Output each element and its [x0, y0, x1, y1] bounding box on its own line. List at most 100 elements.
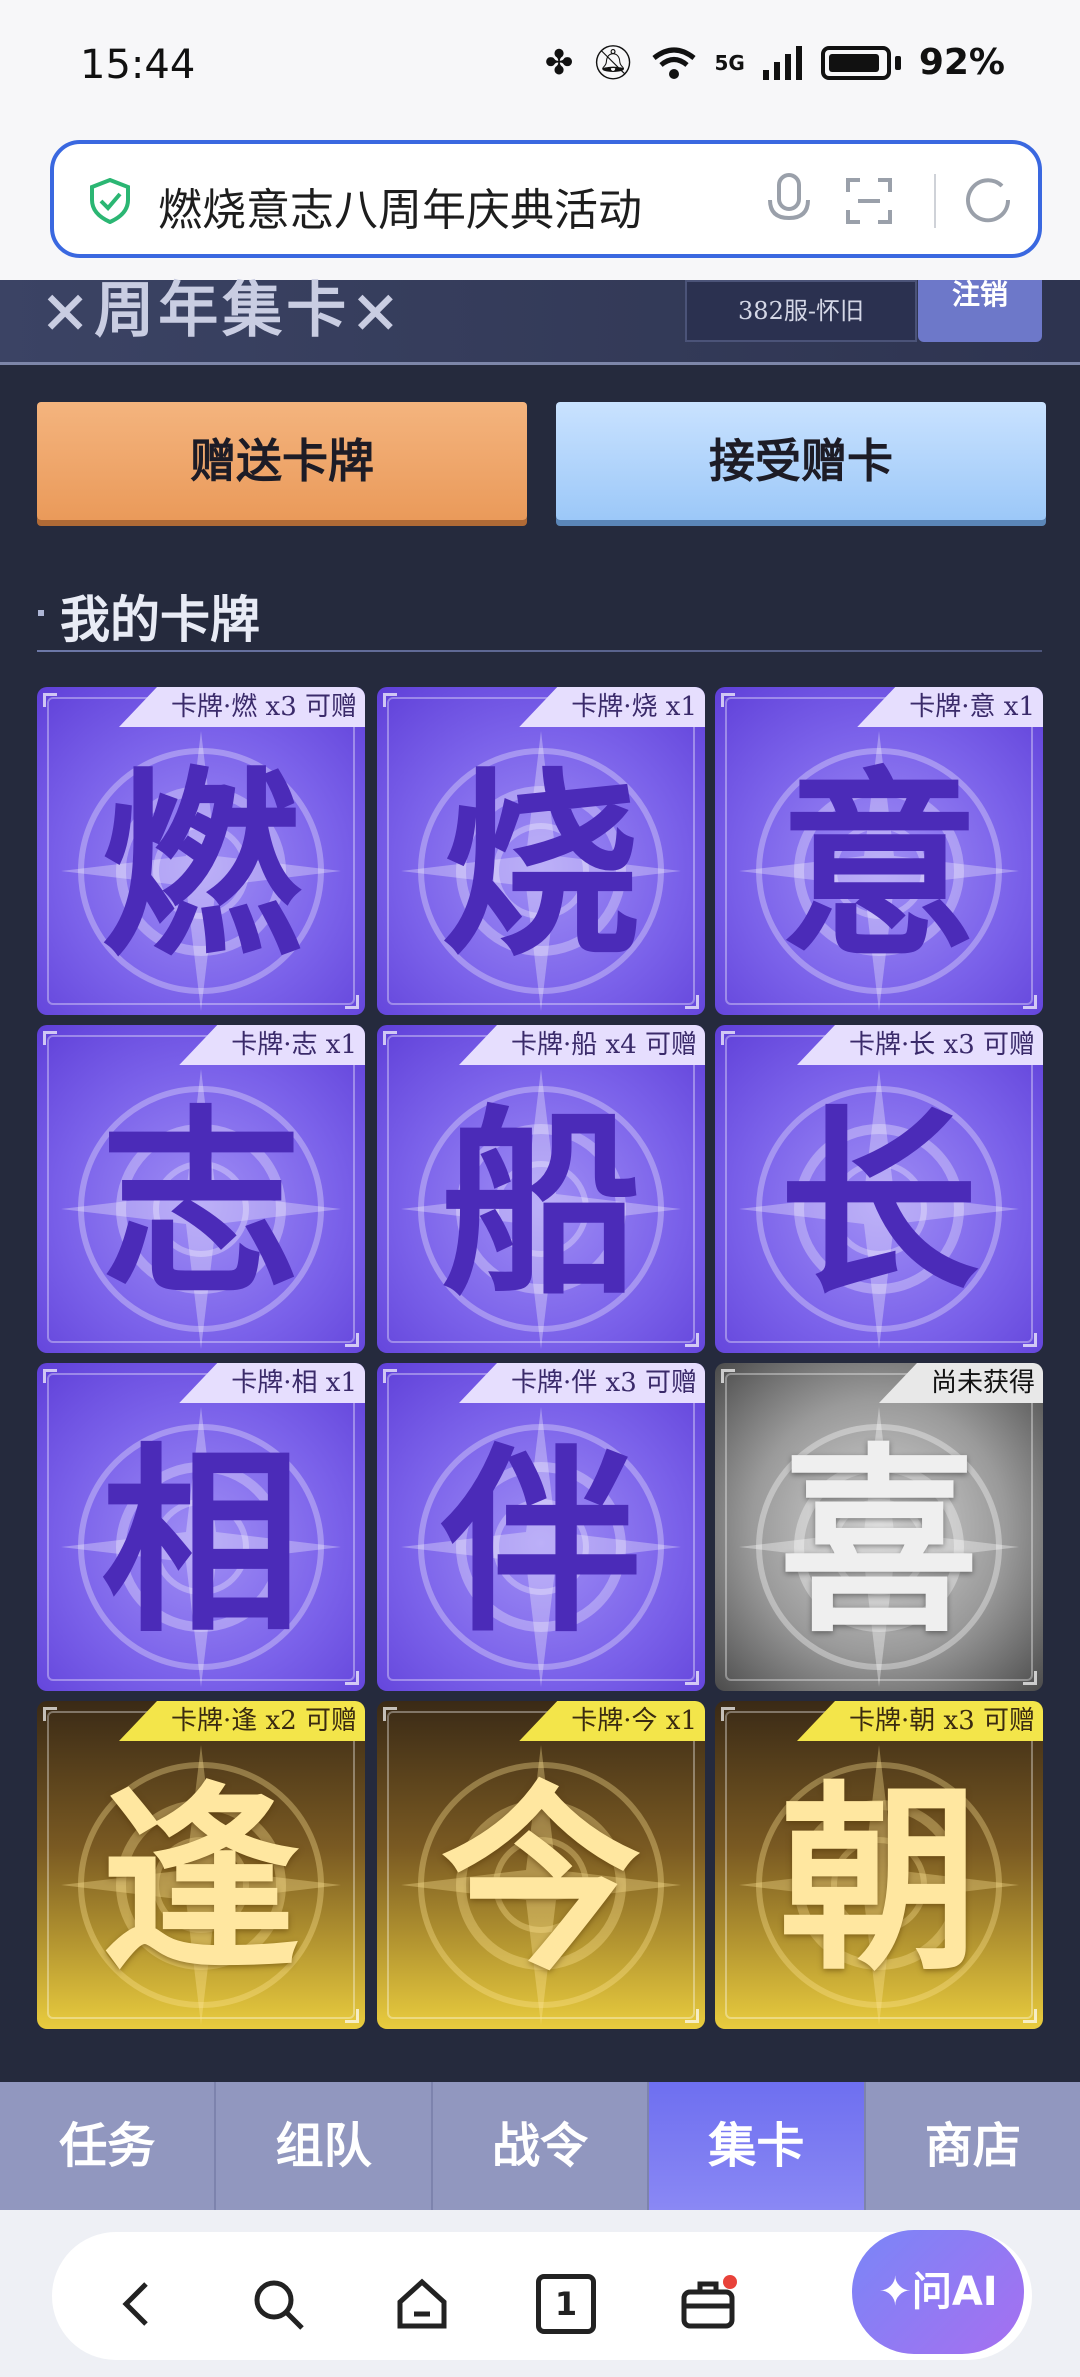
card-corner-mark — [345, 1333, 359, 1347]
server-badge: 382服-怀旧 — [685, 280, 917, 342]
section-dot — [38, 610, 44, 616]
card-corner-mark — [1023, 1333, 1037, 1347]
card-item[interactable]: 喜 尚未获得 — [715, 1363, 1043, 1691]
sparkle-icon: ✦ — [878, 2269, 912, 2315]
card-corner-mark — [345, 2009, 359, 2023]
card-count-tag: 卡牌·意 x1 — [857, 687, 1043, 727]
card-corner-mark — [345, 995, 359, 1009]
back-icon[interactable] — [108, 2274, 168, 2334]
card-character: 意 — [778, 749, 979, 984]
card-count-tag: 尚未获得 — [878, 1363, 1043, 1403]
ask-ai-label: 问AI — [911, 2269, 998, 2315]
card-corner-mark — [1023, 995, 1037, 1009]
tab-battle-pass[interactable]: 战令 — [433, 2082, 650, 2210]
tabs-count-icon[interactable]: 1 — [536, 2274, 596, 2334]
card-item[interactable]: 相 卡牌·相 x1 — [37, 1363, 365, 1691]
card-count-tag: 卡牌·燃 x3 可赠 — [119, 687, 365, 727]
card-count-tag: 卡牌·船 x4 可赠 — [459, 1025, 705, 1065]
section-title: 我的卡牌 — [60, 590, 260, 649]
battery-cap — [894, 55, 901, 70]
status-icons: ✤ 🔕︎ 5G 92% — [545, 42, 1005, 83]
card-character: 相 — [100, 1425, 301, 1660]
card-item[interactable]: 今 卡牌·今 x1 — [377, 1701, 705, 2029]
tab-shop[interactable]: 商店 — [866, 2082, 1080, 2210]
battery-percent: 92% — [918, 42, 1005, 83]
card-corner-mark — [721, 1369, 735, 1383]
card-count-tag: 卡牌·烧 x1 — [519, 687, 705, 727]
card-corner-mark — [383, 1031, 397, 1045]
card-corner-mark — [43, 1707, 57, 1721]
game-header: ×周年集卡× 382服-怀旧 注销 — [0, 276, 1080, 365]
card-corner-mark — [685, 995, 699, 1009]
scan-icon[interactable] — [844, 176, 894, 226]
status-bar: 15:44 ✤ 🔕︎ 5G 92% — [0, 0, 1080, 135]
bottom-tab-bar: 任务 组队 战令 集卡 商店 — [0, 2082, 1080, 2210]
card-count-tag: 卡牌·长 x3 可赠 — [797, 1025, 1043, 1065]
card-count-tag: 卡牌·志 x1 — [179, 1025, 365, 1065]
tab-collect-cards[interactable]: 集卡 — [649, 2082, 866, 2210]
status-time: 15:44 — [80, 42, 196, 88]
card-item[interactable]: 长 卡牌·长 x3 可赠 — [715, 1025, 1043, 1353]
card-corner-mark — [685, 1333, 699, 1347]
card-item[interactable]: 船 卡牌·船 x4 可赠 — [377, 1025, 705, 1353]
tab-team[interactable]: 组队 — [216, 2082, 433, 2210]
card-character: 船 — [440, 1087, 641, 1322]
logout-button[interactable]: 注销 — [918, 280, 1042, 342]
card-item[interactable]: 意 卡牌·意 x1 — [715, 687, 1043, 1015]
page-title[interactable]: 燃烧意志八周年庆典活动 — [158, 174, 642, 238]
home-icon[interactable] — [392, 2274, 452, 2334]
ask-ai-button[interactable]: ✦问AI — [852, 2230, 1024, 2354]
card-corner-mark — [43, 693, 57, 707]
card-character: 长 — [778, 1087, 979, 1322]
card-character: 烧 — [440, 749, 641, 984]
send-card-button[interactable]: 赠送卡牌 — [37, 402, 527, 520]
toolbox-icon[interactable] — [678, 2274, 738, 2334]
card-corner-mark — [721, 1031, 735, 1045]
card-item[interactable]: 燃 卡牌·燃 x3 可赠 — [37, 687, 365, 1015]
card-corner-mark — [383, 1707, 397, 1721]
card-character: 志 — [100, 1087, 301, 1322]
search-icon[interactable] — [248, 2274, 308, 2334]
card-corner-mark — [685, 2009, 699, 2023]
address-bar[interactable]: 燃烧意志八周年庆典活动 — [50, 140, 1042, 258]
wifi-icon — [652, 47, 697, 79]
card-corner-mark — [383, 1369, 397, 1383]
refresh-icon[interactable] — [958, 170, 1018, 230]
card-count-tag: 卡牌·今 x1 — [519, 1701, 705, 1741]
card-character: 朝 — [778, 1763, 979, 1998]
card-corner-mark — [1023, 1671, 1037, 1685]
card-character: 燃 — [100, 749, 301, 984]
card-corner-mark — [721, 1707, 735, 1721]
card-corner-mark — [685, 1671, 699, 1685]
card-corner-mark — [383, 693, 397, 707]
card-character: 伴 — [440, 1425, 641, 1660]
logout-label: 注销 — [951, 278, 1008, 311]
card-character: 今 — [440, 1763, 641, 1998]
browser-nav-bar: 1 ✦问AI — [0, 2210, 1080, 2377]
card-count-tag: 卡牌·伴 x3 可赠 — [459, 1363, 705, 1403]
section-divider — [37, 650, 1042, 652]
fan-icon: ✤ — [544, 42, 574, 83]
network-label: 5G — [714, 50, 745, 75]
microphone-icon[interactable] — [764, 172, 814, 228]
card-character: 逢 — [100, 1763, 301, 1998]
card-corner-mark — [345, 1671, 359, 1685]
signal-icon — [762, 45, 802, 80]
address-divider — [934, 174, 936, 228]
card-item[interactable]: 朝 卡牌·朝 x3 可赠 — [715, 1701, 1043, 2029]
card-count-tag: 卡牌·逢 x2 可赠 — [119, 1701, 365, 1741]
tab-tasks[interactable]: 任务 — [0, 2082, 217, 2210]
card-item[interactable]: 志 卡牌·志 x1 — [37, 1025, 365, 1353]
card-corner-mark — [721, 693, 735, 707]
card-item[interactable]: 烧 卡牌·烧 x1 — [377, 687, 705, 1015]
card-corner-mark — [43, 1031, 57, 1045]
card-character: 喜 — [778, 1425, 979, 1660]
card-count-tag: 卡牌·相 x1 — [179, 1363, 365, 1403]
receive-card-button[interactable]: 接受赠卡 — [556, 402, 1046, 520]
card-item[interactable]: 伴 卡牌·伴 x3 可赠 — [377, 1363, 705, 1691]
event-title: ×周年集卡× — [40, 276, 405, 346]
mute-bell-icon: 🔕︎ — [591, 42, 635, 83]
card-corner-mark — [43, 1369, 57, 1383]
card-corner-mark — [1023, 2009, 1037, 2023]
card-item[interactable]: 逢 卡牌·逢 x2 可赠 — [37, 1701, 365, 2029]
